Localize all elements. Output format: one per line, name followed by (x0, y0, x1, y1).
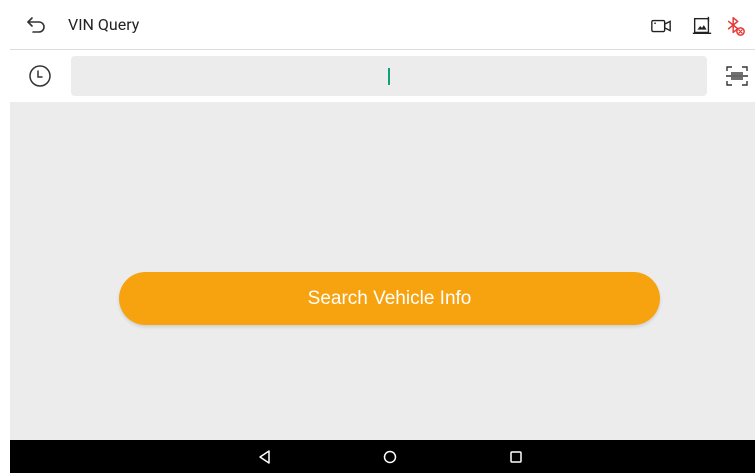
text-cursor (388, 68, 390, 85)
barcode-scan-icon[interactable] (724, 63, 750, 89)
image-icon[interactable] (691, 15, 713, 37)
android-nav-bar (10, 440, 755, 473)
page-title: VIN Query (68, 15, 140, 34)
app-header: VIN Query (10, 0, 755, 50)
bluetooth-disabled-icon[interactable] (724, 15, 746, 37)
nav-back-icon[interactable] (255, 447, 275, 467)
back-arrow-icon[interactable] (24, 13, 48, 37)
vin-search-bar (10, 50, 755, 102)
vin-query-screen: VIN Query Search Vehicle Info (10, 0, 755, 473)
video-camera-icon[interactable] (650, 15, 672, 37)
nav-home-icon[interactable] (380, 447, 400, 467)
search-vehicle-info-button[interactable]: Search Vehicle Info (119, 272, 660, 325)
history-clock-icon[interactable] (28, 64, 52, 88)
nav-recents-icon[interactable] (506, 447, 526, 467)
